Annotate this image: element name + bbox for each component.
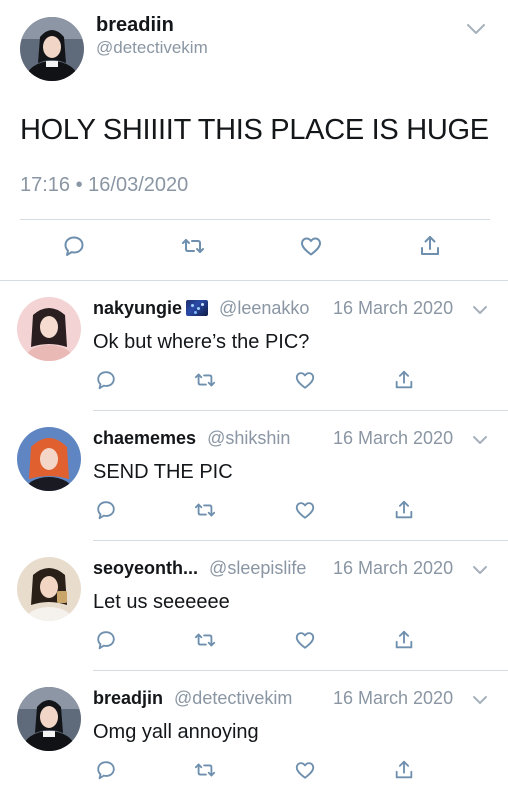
avatar[interactable] bbox=[17, 557, 81, 621]
reply-text: Omg yall annoying bbox=[93, 721, 259, 743]
chevron-down-icon[interactable] bbox=[466, 22, 486, 36]
reply-text: SEND THE PIC bbox=[93, 461, 233, 483]
like-icon[interactable] bbox=[294, 369, 316, 391]
display-name[interactable]: breadjin bbox=[93, 688, 163, 708]
avatar[interactable] bbox=[17, 297, 81, 361]
like-icon[interactable] bbox=[299, 234, 323, 258]
retweet-icon[interactable] bbox=[194, 759, 216, 781]
avatar[interactable] bbox=[17, 687, 81, 751]
reply-date: 16 March 2020 bbox=[333, 688, 454, 708]
tweet-timestamp: 17:16 • 16/03/2020 bbox=[20, 174, 189, 196]
display-name[interactable]: nakyungie bbox=[93, 298, 182, 318]
reply-tweet[interactable]: seoyeonth... @sleepislife 16 March 2020 … bbox=[0, 541, 508, 671]
reply-actions bbox=[95, 499, 415, 521]
retweet-icon[interactable] bbox=[181, 234, 205, 258]
share-icon[interactable] bbox=[393, 759, 415, 781]
reply-tweet[interactable]: nakyungie @leenakko 16 March 2020 Ok but… bbox=[0, 281, 508, 411]
reply-icon[interactable] bbox=[95, 499, 117, 521]
reply-icon[interactable] bbox=[62, 234, 86, 258]
like-icon[interactable] bbox=[294, 759, 316, 781]
divider bbox=[20, 219, 490, 220]
main-tweet: breadiin @detectivekim HOLY SHIIIIT THIS… bbox=[0, 0, 508, 280]
retweet-icon[interactable] bbox=[194, 499, 216, 521]
reply-actions bbox=[95, 369, 415, 391]
reply-text: Ok but where’s the PIC? bbox=[93, 331, 310, 353]
share-icon[interactable] bbox=[393, 369, 415, 391]
handle[interactable]: @detectivekim bbox=[174, 688, 292, 708]
chevron-down-icon[interactable] bbox=[472, 433, 488, 444]
chevron-down-icon[interactable] bbox=[472, 693, 488, 704]
reply-date: 16 March 2020 bbox=[333, 298, 454, 318]
reply-date: 16 March 2020 bbox=[333, 558, 454, 578]
reply-tweet[interactable]: chaememes @shikshin 16 March 2020 SEND T… bbox=[0, 411, 508, 541]
chevron-down-icon[interactable] bbox=[472, 563, 488, 574]
reply-text: Let us seeeeee bbox=[93, 591, 230, 613]
retweet-icon[interactable] bbox=[194, 369, 216, 391]
avatar[interactable] bbox=[20, 17, 84, 81]
retweet-icon[interactable] bbox=[194, 629, 216, 651]
avatar[interactable] bbox=[17, 427, 81, 491]
like-icon[interactable] bbox=[294, 629, 316, 651]
chevron-down-icon[interactable] bbox=[472, 303, 488, 314]
reply-actions bbox=[95, 629, 415, 651]
share-icon[interactable] bbox=[393, 629, 415, 651]
display-name[interactable]: breadiin bbox=[96, 14, 174, 37]
reply-icon[interactable] bbox=[95, 369, 117, 391]
handle[interactable]: @sleepislife bbox=[209, 558, 306, 578]
handle[interactable]: @leenakko bbox=[219, 298, 309, 318]
share-icon[interactable] bbox=[393, 499, 415, 521]
reply-date: 16 March 2020 bbox=[333, 428, 454, 448]
tweet-actions bbox=[62, 234, 442, 258]
share-icon[interactable] bbox=[418, 234, 442, 258]
reply-icon[interactable] bbox=[95, 759, 117, 781]
reply-tweet[interactable]: breadjin @detectivekim 16 March 2020 Omg… bbox=[0, 671, 508, 800]
display-name[interactable]: chaememes bbox=[93, 428, 196, 448]
handle[interactable]: @shikshin bbox=[207, 428, 290, 448]
reply-icon[interactable] bbox=[95, 629, 117, 651]
display-name[interactable]: seoyeonth... bbox=[93, 558, 198, 578]
tweet-text: HOLY SHIIIIT THIS PLACE IS HUGE bbox=[20, 114, 489, 146]
reply-actions bbox=[95, 759, 415, 781]
like-icon[interactable] bbox=[294, 499, 316, 521]
handle[interactable]: @detectivekim bbox=[96, 38, 208, 58]
flag-emoji-icon bbox=[186, 300, 209, 316]
